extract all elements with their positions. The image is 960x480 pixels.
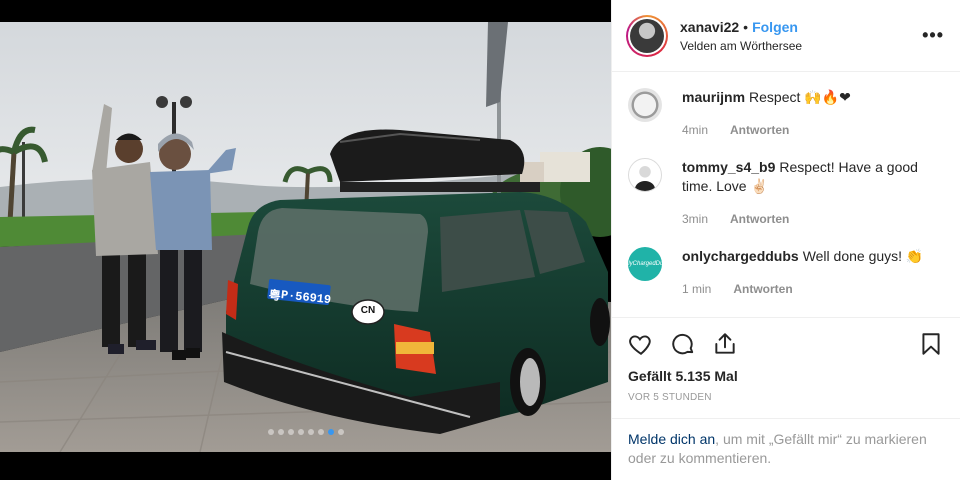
comment-age[interactable]: 4min — [682, 121, 708, 140]
comments-list: maurijnm Respect 🙌🔥❤ 4min Antworten tommy… — [612, 72, 960, 317]
bookmark-icon[interactable] — [918, 331, 944, 357]
instagram-post-modal: 粤 P·56919 CN xanavi22 • Folgen Velden am Wö… — [0, 0, 960, 480]
reply-button[interactable]: Antworten — [733, 280, 792, 299]
carousel-dot[interactable] — [307, 429, 314, 435]
cn-sticker: CN — [360, 305, 376, 316]
post-header: xanavi22 • Folgen Velden am Wörthersee ••• — [612, 0, 960, 72]
comment-username[interactable]: tommy_s4_b9 — [682, 159, 775, 175]
comment-age[interactable]: 1 min — [682, 280, 711, 299]
plate-number: P·56919 — [280, 288, 332, 308]
likes-count[interactable]: Gefällt 5.135 Mal — [628, 368, 944, 384]
header-separator: • — [743, 18, 749, 35]
carousel-dot[interactable] — [277, 429, 284, 435]
brand-avatar-text: OnlyChargedDubs — [620, 261, 670, 267]
post-side-panel: xanavi22 • Folgen Velden am Wörthersee •••… — [611, 0, 960, 480]
comment-text: Respect 🙌🔥❤ — [749, 89, 851, 105]
photo-pane: 粤 P·56919 CN — [0, 0, 611, 480]
post-actions: Gefällt 5.135 Mal VOR 5 STUNDEN — [612, 317, 960, 418]
post-timestamp[interactable]: VOR 5 STUNDEN — [628, 392, 944, 403]
comment-username[interactable]: maurijnm — [682, 89, 745, 105]
author-username[interactable]: xanavi22 — [680, 19, 739, 35]
post-photo[interactable]: 粤 P·56919 CN — [0, 22, 611, 452]
heart-icon[interactable] — [628, 331, 654, 357]
carousel-dot[interactable] — [317, 429, 324, 435]
comment-item: OnlyChargedDubs onlychargeddubs Well done… — [620, 247, 944, 299]
carousel-dot[interactable] — [337, 429, 344, 435]
login-link[interactable]: Melde dich an — [628, 431, 715, 447]
reply-button[interactable]: Antworten — [730, 210, 789, 229]
commenter-avatar[interactable]: OnlyChargedDubs — [620, 247, 670, 281]
comment-username[interactable]: onlychargeddubs — [682, 248, 799, 264]
follow-button[interactable]: Folgen — [752, 19, 798, 35]
photo-scene — [0, 22, 611, 452]
commenter-avatar[interactable] — [628, 88, 662, 122]
carousel-dot[interactable] — [327, 429, 334, 435]
post-location[interactable]: Velden am Wörthersee — [680, 38, 922, 54]
share-icon[interactable] — [712, 331, 738, 357]
comment-item: maurijnm Respect 🙌🔥❤ 4min Antworten — [628, 88, 944, 140]
comment-age[interactable]: 3min — [682, 210, 708, 229]
avatar-image — [630, 18, 664, 53]
author-avatar[interactable] — [626, 14, 668, 57]
carousel-dot[interactable] — [297, 429, 304, 435]
login-prompt: Melde dich an, um mit „Gefällt mir“ zu m… — [612, 418, 960, 480]
carousel-indicator — [0, 429, 611, 435]
commenter-avatar[interactable] — [628, 158, 662, 192]
comment-icon[interactable] — [670, 331, 696, 357]
comment-item: tommy_s4_b9 Respect! Have a good time. Lo… — [628, 158, 944, 229]
reply-button[interactable]: Antworten — [730, 121, 789, 140]
carousel-dot[interactable] — [287, 429, 294, 435]
comment-text: Well done guys! 👏 — [802, 248, 924, 264]
carousel-dot[interactable] — [267, 429, 274, 435]
more-options-icon[interactable]: ••• — [922, 25, 944, 46]
